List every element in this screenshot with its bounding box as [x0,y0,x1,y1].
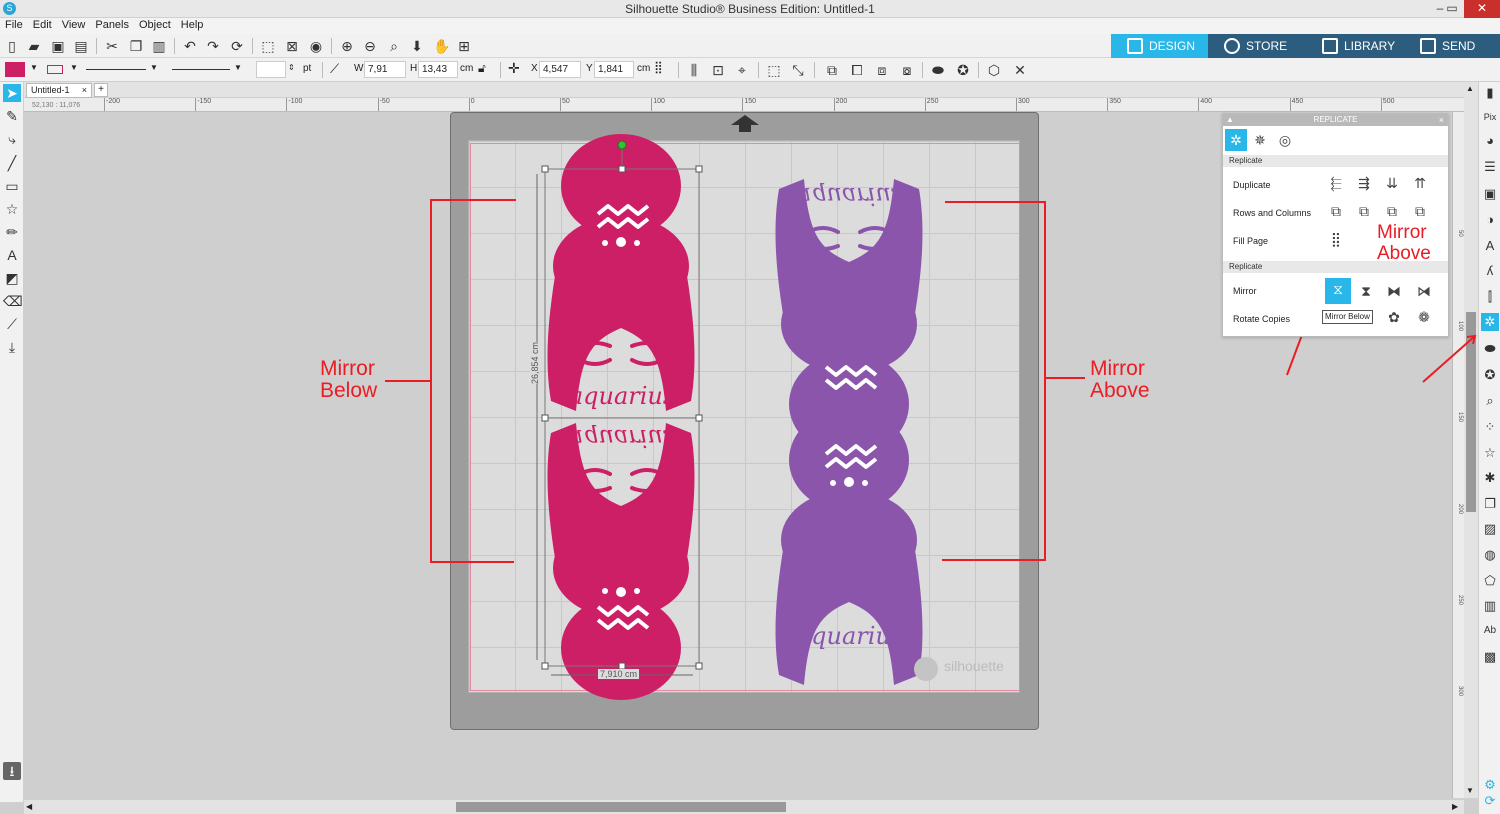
mirror-above-icon[interactable]: ⧗ [1355,280,1377,302]
pink-word-lower: aquarius [569,424,675,452]
silhouette-watermark-text: silhouette [944,658,1004,674]
pink-word-upper: aquarius [569,382,675,410]
duplicate-below-icon[interactable]: ⇊ [1381,172,1403,194]
replicate-panel: ▲ REPLICATE × ✲ ✵ ◎ Replicate Duplicate … [1222,113,1449,337]
duplicate-left-icon[interactable]: ⬱ [1325,172,1347,194]
pixscan-icon[interactable]: Pix [1481,108,1499,126]
rotate-many-icon[interactable]: ❁ [1413,306,1435,328]
modify-icon[interactable]: ⬬ [1481,340,1499,358]
trace-icon[interactable]: ⌕ [1481,392,1499,410]
annotation-panel-line1: Mirror [1377,222,1427,243]
purple-design-lower[interactable]: aquarius [775,408,923,685]
line-style-icon[interactable]: ☰ [1481,158,1499,176]
annotation-mirror-below: Mirror Below [320,358,377,402]
replicate-tab-icon[interactable]: ✲ [1225,129,1247,151]
fill-page-label: Fill Page [1233,236,1269,246]
emboss-icon[interactable]: ▥ [1481,597,1499,615]
transparency-icon[interactable]: ◑ [1481,211,1499,229]
layers-icon[interactable]: ❐ [1481,495,1499,513]
fill-page-icon[interactable]: ⣿ [1325,228,1347,250]
annotation-panel-mirror-above: Mirror Above [1377,222,1431,264]
duplicate-label: Duplicate [1233,180,1271,190]
rhinestone-icon[interactable]: ✱ [1481,469,1499,487]
replicate-advanced-tab-icon[interactable]: ✵ [1249,129,1271,151]
column-of-three-icon[interactable]: ⧉ [1409,200,1431,222]
annotation-left-line1: Mirror [320,357,375,380]
text-style-icon[interactable]: A [1481,237,1499,255]
panel-close-icon[interactable]: × [1439,114,1444,126]
height-dimension-label: 26,854 cm [530,341,540,384]
column-of-two-icon[interactable]: ⧉ [1381,200,1403,222]
rotate-copies-label: Rotate Copies [1233,314,1291,324]
replicate-radial-tab-icon[interactable]: ◎ [1274,129,1296,151]
right-panel-bar: ▮ Pix ◕ ☰ ▣ ◑ A ʎ ⫿ ✲ ⬬ ✪ ⌕ ⁘ ☆ ✱ ❐ ▨ ◍ … [1478,82,1500,814]
duplicate-above-icon[interactable]: ⇈ [1409,172,1431,194]
text-edit-icon[interactable]: Ab [1481,622,1499,640]
warp-icon[interactable]: ⬠ [1481,572,1499,590]
pattern-fill-icon[interactable]: ▩ [1481,648,1499,666]
annotation-panel-line2: Above [1377,243,1431,264]
purple-word-upper: aquarius [797,182,903,210]
row-of-three-icon[interactable]: ⧉ [1353,200,1375,222]
replicate-panel-title: REPLICATE [1313,115,1358,124]
rotate-three-icon[interactable]: ✿ [1383,306,1405,328]
annotation-left-line2: Below [320,379,378,402]
page-setup-icon[interactable]: ▮ [1481,84,1499,102]
replicate-section-header: Replicate [1223,155,1448,167]
sketch-icon[interactable]: ⁘ [1481,418,1499,436]
mirror-below-icon[interactable]: ⧖ [1325,278,1351,304]
nesting-icon[interactable]: ▨ [1481,520,1499,538]
favorites-star-icon[interactable]: ☆ [1481,444,1499,462]
pink-design-upper[interactable]: aquarius [547,134,695,411]
row-of-two-icon[interactable]: ⧉ [1325,200,1347,222]
purple-word-lower: aquarius [797,622,903,650]
replicate-panel-icon[interactable]: ✲ [1481,313,1499,331]
offset-icon[interactable]: ✪ [1481,366,1499,384]
library-panel-icon[interactable]: ◍ [1481,546,1499,564]
mirror-left-icon[interactable]: ⧓ [1383,280,1405,302]
silhouette-watermark-icon [914,657,938,681]
annotation-right-line1: Mirror [1090,357,1145,380]
width-dimension-label: 7,910 cm [598,669,640,679]
text-to-path-icon[interactable]: ʎ [1481,262,1499,280]
annotation-mirror-above: Mirror Above [1090,358,1150,402]
sync-icon[interactable]: ⟳ [1481,792,1499,810]
mirror-below-tooltip: Mirror Below [1322,310,1373,324]
align-panel-icon[interactable]: ⫿ [1481,288,1499,306]
image-effects-icon[interactable]: ▣ [1481,185,1499,203]
annotation-right-line2: Above [1090,379,1150,402]
pink-design-lower[interactable]: aquarius [547,423,695,700]
duplicate-right-icon[interactable]: ⇶ [1353,172,1375,194]
mirror-label: Mirror [1233,286,1257,296]
rows-columns-label: Rows and Columns [1233,208,1312,218]
collapse-chevron-icon[interactable]: ▲ [1226,114,1234,126]
fill-palette-icon[interactable]: ◕ [1481,132,1499,150]
replicate-panel-header[interactable]: ▲ REPLICATE × [1223,114,1448,126]
mirror-right-icon[interactable]: ⧒ [1413,280,1435,302]
